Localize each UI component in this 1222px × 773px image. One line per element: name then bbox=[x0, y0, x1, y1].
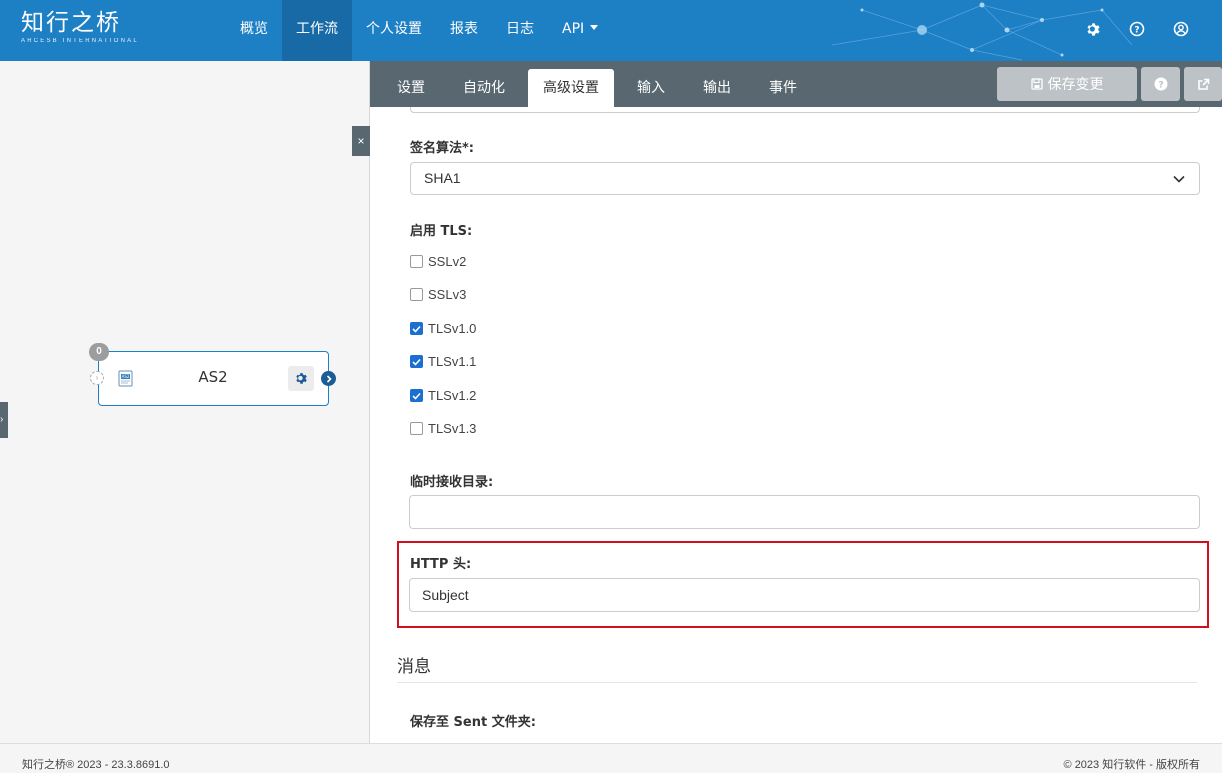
top-navbar: 知行之桥 ARCESB INTERNATIONAL 概览 工作流 个人设置 报表… bbox=[0, 0, 1222, 61]
expand-sidebar-handle[interactable]: › bbox=[0, 402, 8, 438]
check-icon bbox=[412, 325, 421, 333]
section-divider bbox=[397, 682, 1197, 683]
as2-connector-icon: AS2 bbox=[116, 368, 136, 388]
nav-item-logs[interactable]: 日志 bbox=[492, 0, 548, 61]
brand-subtitle: ARCESB INTERNATIONAL bbox=[21, 38, 139, 44]
question-circle-icon[interactable]: ? bbox=[1126, 18, 1148, 40]
tab-output[interactable]: 输出 bbox=[688, 69, 746, 107]
user-circle-icon[interactable] bbox=[1170, 18, 1192, 40]
save-changes-button[interactable]: 保存变更 bbox=[997, 67, 1137, 101]
floppy-disk-icon bbox=[1030, 78, 1043, 90]
nav-item-api-label: API bbox=[562, 21, 585, 37]
gear-icon[interactable] bbox=[1082, 18, 1104, 40]
node-count-badge: 0 bbox=[89, 343, 109, 361]
gear-icon bbox=[295, 373, 307, 384]
footer-version: 知行之桥® 2023 - 23.3.8691.0 bbox=[22, 759, 170, 771]
checkbox-checked[interactable] bbox=[410, 322, 423, 335]
check-icon bbox=[412, 358, 421, 366]
svg-text:?: ? bbox=[1158, 81, 1163, 91]
tls-option-sslv3[interactable]: SSLv3 bbox=[410, 287, 466, 302]
tls-option-tlsv1-2[interactable]: TLSv1.2 bbox=[410, 388, 476, 403]
tls-option-sslv2[interactable]: SSLv2 bbox=[410, 254, 466, 269]
tab-events[interactable]: 事件 bbox=[754, 69, 812, 107]
checkbox-label: SSLv2 bbox=[428, 254, 467, 269]
tls-option-tlsv1-1[interactable]: TLSv1.1 bbox=[410, 354, 476, 369]
help-button[interactable]: ? bbox=[1141, 67, 1180, 101]
checkbox-checked[interactable] bbox=[410, 389, 423, 402]
advanced-settings-form: 签名算法*: SHA1 启用 TLS: SSLv2 SSLv3 TLSv1.0 … bbox=[370, 107, 1222, 743]
temp-receive-dir-label: 临时接收目录: bbox=[410, 475, 494, 490]
checkbox-label: TLSv1.1 bbox=[428, 354, 477, 369]
panel-tabs: 设置 自动化 高级设置 输入 输出 事件 bbox=[382, 69, 820, 107]
sign-algorithm-select[interactable]: SHA1 bbox=[410, 162, 1200, 195]
tls-option-tlsv1-3[interactable]: TLSv1.3 bbox=[410, 421, 476, 436]
checkbox[interactable] bbox=[410, 422, 423, 435]
node-output-port[interactable] bbox=[321, 371, 336, 386]
footer-copyright: © 2023 知行软件 - 版权所有 bbox=[1063, 759, 1200, 771]
checkbox-label: TLSv1.3 bbox=[428, 421, 477, 436]
sign-algorithm-value: SHA1 bbox=[424, 170, 461, 186]
external-link-icon bbox=[1197, 78, 1209, 90]
nav-item-profile[interactable]: 个人设置 bbox=[352, 0, 436, 61]
nav-item-workflow[interactable]: 工作流 bbox=[282, 0, 352, 61]
svg-text:AS2: AS2 bbox=[122, 374, 130, 379]
collapse-panel-button[interactable]: × bbox=[352, 126, 370, 156]
node-settings-button[interactable] bbox=[288, 366, 314, 391]
tab-automation[interactable]: 自动化 bbox=[448, 69, 520, 107]
chevron-right-icon bbox=[326, 374, 332, 383]
question-circle-icon: ? bbox=[1154, 77, 1167, 91]
message-section-title: 消息 bbox=[397, 657, 431, 677]
checkbox-label: SSLv3 bbox=[428, 287, 467, 302]
http-header-input[interactable]: Subject bbox=[409, 578, 1200, 612]
temp-receive-dir-input[interactable] bbox=[409, 495, 1200, 529]
svg-text:?: ? bbox=[1134, 26, 1139, 36]
tab-settings[interactable]: 设置 bbox=[382, 69, 440, 107]
checkbox[interactable] bbox=[410, 288, 423, 301]
nav-icon-group: ? bbox=[1082, 18, 1192, 40]
node-input-port[interactable]: › bbox=[90, 371, 104, 385]
previous-field-input[interactable] bbox=[410, 107, 1200, 113]
save-to-sent-label: 保存至 Sent 文件夹: bbox=[410, 715, 536, 730]
enable-tls-label: 启用 TLS: bbox=[410, 224, 473, 239]
chevron-down-icon bbox=[1173, 175, 1185, 183]
check-icon bbox=[412, 392, 421, 400]
brand-logo[interactable]: 知行之桥 ARCESB INTERNATIONAL bbox=[21, 9, 139, 45]
page-footer: 知行之桥® 2023 - 23.3.8691.0 © 2023 知行软件 - 版… bbox=[0, 743, 1222, 773]
brand-name: 知行之桥 bbox=[21, 10, 121, 36]
sign-algorithm-label: 签名算法*: bbox=[410, 141, 474, 156]
caret-down-icon bbox=[590, 25, 599, 30]
main-nav: 概览 工作流 个人设置 报表 日志 API bbox=[226, 0, 612, 61]
tab-input[interactable]: 输入 bbox=[622, 69, 680, 107]
open-external-button[interactable] bbox=[1184, 67, 1222, 101]
save-changes-label: 保存变更 bbox=[1047, 77, 1104, 93]
checkbox-label: TLSv1.0 bbox=[428, 321, 477, 336]
http-header-label: HTTP 头: bbox=[410, 557, 472, 572]
tab-advanced[interactable]: 高级设置 bbox=[528, 69, 614, 107]
nav-item-reports[interactable]: 报表 bbox=[436, 0, 492, 61]
checkbox-label: TLSv1.2 bbox=[428, 388, 477, 403]
nav-item-api[interactable]: API bbox=[548, 0, 612, 61]
nav-item-overview[interactable]: 概览 bbox=[226, 0, 282, 61]
checkbox[interactable] bbox=[410, 255, 423, 268]
node-label: AS2 bbox=[198, 368, 228, 386]
tls-option-tlsv1-0[interactable]: TLSv1.0 bbox=[410, 321, 476, 336]
checkbox-checked[interactable] bbox=[410, 355, 423, 368]
